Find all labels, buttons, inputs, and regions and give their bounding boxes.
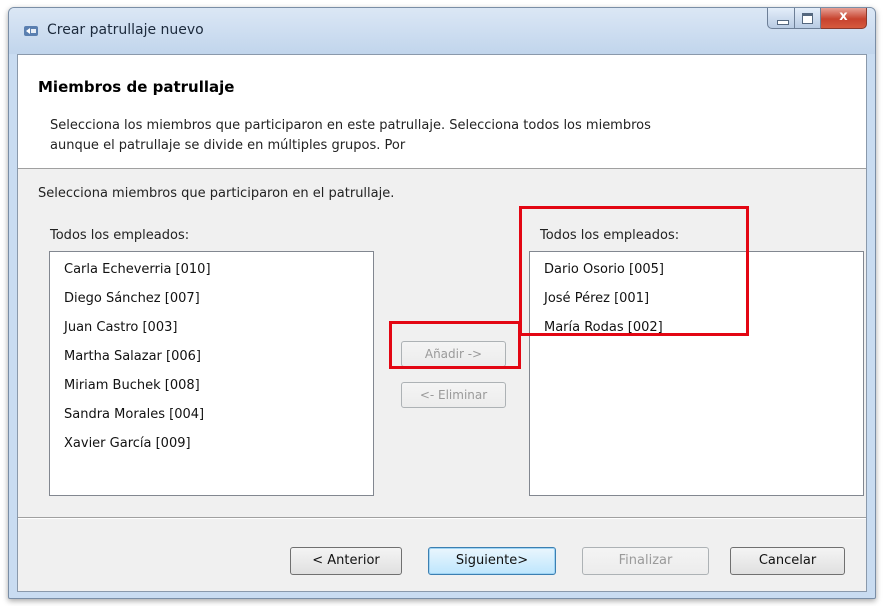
instruction-text: Selecciona miembros que participaron en … <box>38 186 395 201</box>
maximize-button[interactable] <box>795 8 821 29</box>
window-title: Crear patrullaje nuevo <box>47 22 204 38</box>
list-item[interactable]: María Rodas [002] <box>544 320 663 335</box>
add-button[interactable]: Añadir -> <box>401 341 506 367</box>
list-item[interactable]: Miriam Buchek [008] <box>64 378 200 393</box>
patrol-app-icon <box>24 26 38 36</box>
available-employees-list[interactable]: Carla Echeverria [010] Diego Sánchez [00… <box>49 251 374 496</box>
minimize-button[interactable] <box>767 8 795 29</box>
available-employees-label: Todos los empleados: <box>50 228 190 243</box>
dialog-window: Crear patrullaje nuevo x Miembros de pat… <box>8 7 876 599</box>
list-item[interactable]: Diego Sánchez [007] <box>64 291 200 306</box>
list-item[interactable]: Juan Castro [003] <box>64 320 177 335</box>
wizard-header: Miembros de patrullaje Selecciona los mi… <box>18 55 866 169</box>
list-item[interactable]: Xavier García [009] <box>64 436 191 451</box>
title-bar[interactable]: Crear patrullaje nuevo x <box>9 8 875 54</box>
footer-separator <box>18 517 866 519</box>
dialog-client-area: Miembros de patrullaje Selecciona los mi… <box>17 54 867 592</box>
back-button[interactable]: < Anterior <box>290 547 402 575</box>
list-item[interactable]: Dario Osorio [005] <box>544 262 664 277</box>
selected-employees-list[interactable]: Dario Osorio [005] José Pérez [001] Marí… <box>529 251 864 496</box>
list-item[interactable]: Carla Echeverria [010] <box>64 262 211 277</box>
list-item[interactable]: José Pérez [001] <box>544 291 649 306</box>
page-description: Selecciona los miembros que participaron… <box>50 118 651 153</box>
list-item[interactable]: Sandra Morales [004] <box>64 407 204 422</box>
close-icon: x <box>839 9 848 24</box>
finish-button[interactable]: Finalizar <box>582 547 709 575</box>
next-button[interactable]: Siguiente> <box>428 547 556 575</box>
selected-employees-label: Todos los empleados: <box>540 228 680 243</box>
list-item[interactable]: Martha Salazar [006] <box>64 349 201 364</box>
page-title: Miembros de patrullaje <box>38 78 235 96</box>
close-button[interactable]: x <box>821 8 867 29</box>
remove-button[interactable]: <- Eliminar <box>401 382 506 408</box>
cancel-button[interactable]: Cancelar <box>730 547 845 575</box>
